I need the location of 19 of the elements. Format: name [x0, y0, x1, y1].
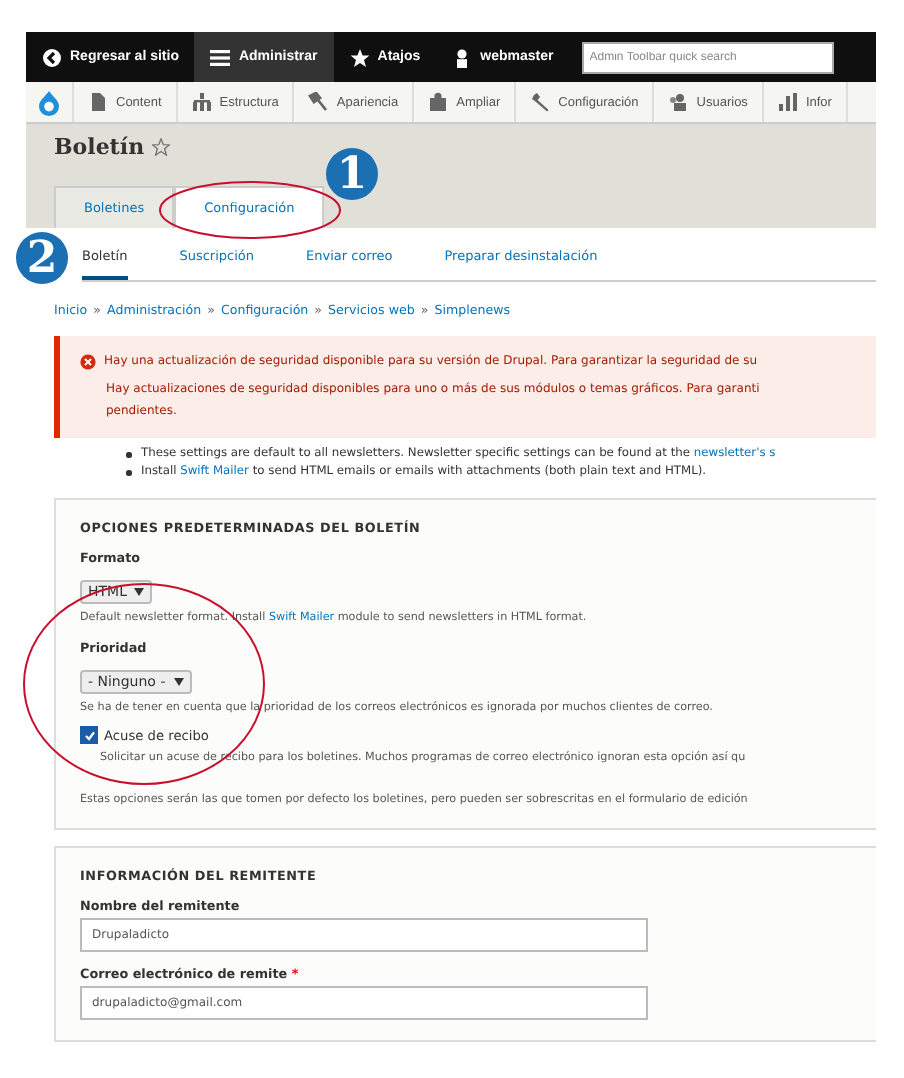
checkbox[interactable]	[80, 726, 98, 744]
bar-chart-icon	[777, 92, 798, 112]
users-icon	[668, 92, 689, 112]
caret-icon	[134, 588, 145, 596]
star-outline-icon[interactable]	[152, 138, 171, 156]
caret-icon	[173, 678, 184, 686]
bullet-icon	[126, 470, 131, 476]
document-icon	[88, 92, 108, 112]
drop-logo-icon[interactable]	[38, 89, 60, 115]
annotation-marker: 2	[16, 232, 68, 284]
bullet-icon	[126, 452, 131, 458]
menu-icon	[210, 47, 231, 67]
page-title: Boletín	[54, 134, 145, 160]
user-icon	[452, 47, 473, 67]
puzzle-icon	[428, 92, 449, 112]
hierarchy-icon	[191, 92, 212, 112]
back-arrow-icon	[42, 47, 62, 67]
error-icon	[80, 353, 96, 369]
star-icon	[349, 47, 370, 67]
